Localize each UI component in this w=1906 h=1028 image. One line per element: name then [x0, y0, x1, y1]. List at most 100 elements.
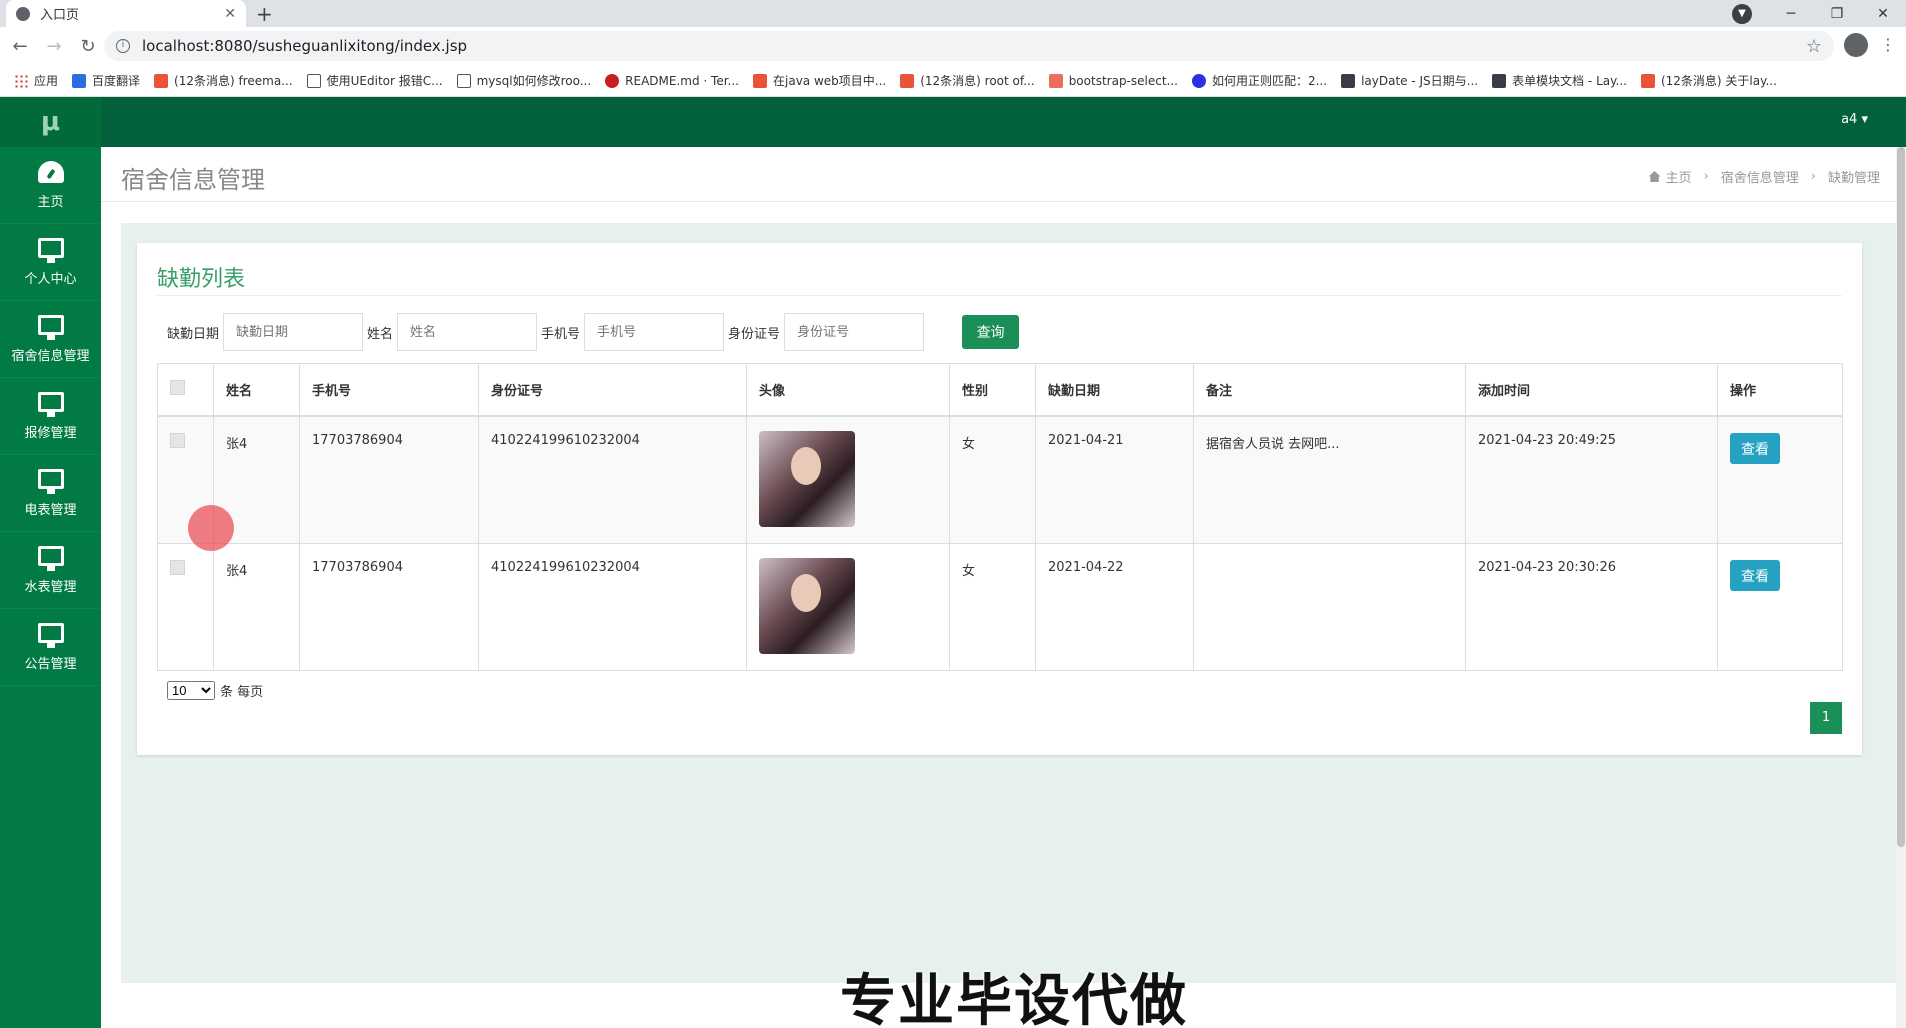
table-row: 张4 17703786904 410224199610232004 女 2021… [157, 543, 1843, 671]
row-checkbox[interactable] [170, 560, 185, 575]
column-header: 缺勤日期 [1035, 363, 1194, 417]
sidebar-item-profile[interactable]: 个人中心 [0, 224, 101, 301]
new-tab-button[interactable]: + [256, 2, 273, 26]
bookmark-favicon-icon [753, 73, 767, 88]
bookmark-item[interactable]: layDate - JS日期与... [1341, 72, 1478, 89]
bookmark-favicon-icon [1341, 73, 1356, 88]
column-header: 操作 [1717, 363, 1843, 417]
id-input[interactable] [784, 313, 925, 351]
close-icon[interactable]: ✕ [224, 6, 236, 22]
divider [157, 295, 1842, 296]
bookmark-favicon-icon [1640, 73, 1655, 88]
monitor-icon [37, 545, 64, 571]
name-input[interactable] [397, 313, 538, 351]
view-button[interactable]: 查看 [1730, 560, 1780, 591]
apps-icon [14, 73, 28, 88]
home-icon [1648, 171, 1661, 182]
page-size-select[interactable]: 10 [167, 681, 215, 700]
app-logo[interactable]: μ [0, 97, 101, 147]
name-label: 姓名 [367, 326, 394, 342]
cell-added: 2021-04-23 20:49:25 [1465, 415, 1718, 544]
column-header: 性别 [949, 363, 1036, 417]
restore-button[interactable]: ❐ [1814, 6, 1860, 22]
sidebar: μ 主页 个人中心 宿舍信息管理 报修管理 电表管理 水表管理 公告管理 [0, 97, 101, 1028]
cell-added: 2021-04-23 20:30:26 [1465, 543, 1718, 671]
bookmark-favicon-icon [154, 73, 169, 88]
phone-input[interactable] [584, 313, 725, 351]
avatar [759, 431, 855, 527]
bookmark-item[interactable]: (12条消息) 关于lay... [1640, 72, 1777, 89]
bookmark-favicon-icon [72, 73, 87, 88]
minimize-button[interactable]: ─ [1768, 6, 1814, 22]
breadcrumb: 主页 › 宿舍信息管理 › 缺勤管理 [1648, 167, 1880, 186]
bookmark-item[interactable]: 百度翻译 [72, 72, 140, 89]
monitor-icon [37, 391, 64, 417]
info-icon[interactable]: i [116, 39, 130, 53]
forward-button[interactable]: → [40, 36, 68, 57]
back-button[interactable]: ← [6, 36, 34, 57]
sidebar-item-home[interactable]: 主页 [0, 147, 101, 224]
phone-label: 手机号 [541, 326, 581, 342]
sidebar-item-notice[interactable]: 公告管理 [0, 609, 101, 686]
query-button[interactable]: 查询 [962, 315, 1020, 349]
bookmark-favicon-icon [456, 73, 471, 88]
breadcrumb-current: 缺勤管理 [1827, 171, 1880, 186]
bookmark-item[interactable]: 使用UEditor 报错C... [306, 72, 443, 89]
breadcrumb-home[interactable]: 主页 [1666, 167, 1692, 186]
sidebar-item-dorm-info[interactable]: 宿舍信息管理 [0, 301, 101, 378]
profile-avatar[interactable] [1844, 33, 1868, 57]
table-header-row: 姓名 手机号 身份证号 头像 性别 缺勤日期 备注 添加时间 操作 [157, 363, 1843, 417]
browser-tab[interactable]: 入口页 ✕ [6, 0, 246, 27]
scrollbar-thumb[interactable] [1897, 147, 1905, 847]
bookmark-apps[interactable]: 应用 [14, 72, 58, 89]
sidebar-item-label: 电表管理 [24, 502, 77, 518]
download-icon[interactable]: ▼ [1732, 3, 1752, 24]
absence-list-card: 缺勤列表 缺勤日期 姓名 手机号 身份证号 查询 姓名 手机号 身份证号 头像 … [137, 243, 1862, 755]
monitor-icon [37, 314, 64, 340]
dashboard-icon [37, 160, 64, 183]
cell-avatar [746, 415, 950, 544]
view-button[interactable]: 查看 [1730, 433, 1780, 464]
bookmark-item[interactable]: (12条消息) freema... [154, 72, 293, 89]
avatar [759, 558, 855, 654]
select-all-checkbox[interactable] [170, 380, 185, 395]
bookmarks-bar: 应用 百度翻译 (12条消息) freema... 使用UEditor 报错C.… [0, 65, 1906, 97]
row-select-cell [157, 543, 214, 671]
row-checkbox[interactable] [170, 433, 185, 448]
cell-id: 410224199610232004 [478, 543, 747, 671]
bookmark-item[interactable]: (12条消息) root of... [900, 72, 1035, 89]
sidebar-item-label: 个人中心 [24, 271, 77, 287]
bookmark-item[interactable]: mysql如何修改roo... [456, 72, 591, 89]
sidebar-item-repair[interactable]: 报修管理 [0, 378, 101, 455]
globe-icon [16, 6, 30, 21]
sidebar-item-label: 报修管理 [24, 425, 77, 441]
bookmark-item[interactable]: 在java web项目中... [753, 72, 886, 89]
cell-date: 2021-04-21 [1035, 415, 1194, 544]
bookmark-item[interactable]: 表单模块文档 - Lay... [1492, 72, 1627, 89]
id-label: 身份证号 [728, 326, 781, 342]
bookmark-item[interactable]: 如何用正则匹配：2... [1191, 72, 1327, 89]
date-label: 缺勤日期 [167, 326, 220, 342]
column-header: 添加时间 [1465, 363, 1718, 417]
sidebar-item-label: 宿舍信息管理 [11, 348, 90, 364]
sidebar-item-electricity[interactable]: 电表管理 [0, 455, 101, 532]
column-header: 手机号 [299, 363, 479, 417]
user-menu[interactable]: a4 ▾ [1841, 112, 1868, 127]
card-title: 缺勤列表 [157, 267, 246, 292]
scrollbar[interactable] [1896, 147, 1906, 1028]
breadcrumb-dorm-info[interactable]: 宿舍信息管理 [1721, 167, 1799, 186]
cell-action: 查看 [1717, 415, 1843, 544]
sidebar-item-water[interactable]: 水表管理 [0, 532, 101, 609]
menu-icon[interactable]: ⋮ [1880, 35, 1896, 54]
bookmark-star-icon[interactable]: ☆ [1806, 36, 1822, 57]
pagination-page-1[interactable]: 1 [1810, 702, 1842, 734]
bookmark-item[interactable]: bootstrap-select... [1048, 73, 1178, 88]
reload-button[interactable]: ↻ [74, 36, 102, 57]
cell-phone: 17703786904 [299, 543, 479, 671]
bookmark-item[interactable]: README.md · Ter... [605, 73, 739, 88]
bookmark-favicon-icon [306, 73, 321, 88]
date-input[interactable] [223, 313, 364, 351]
monitor-icon [37, 468, 64, 494]
url-input[interactable]: i localhost:8080/susheguanlixitong/index… [104, 31, 1834, 61]
close-window-button[interactable]: ✕ [1860, 6, 1906, 22]
